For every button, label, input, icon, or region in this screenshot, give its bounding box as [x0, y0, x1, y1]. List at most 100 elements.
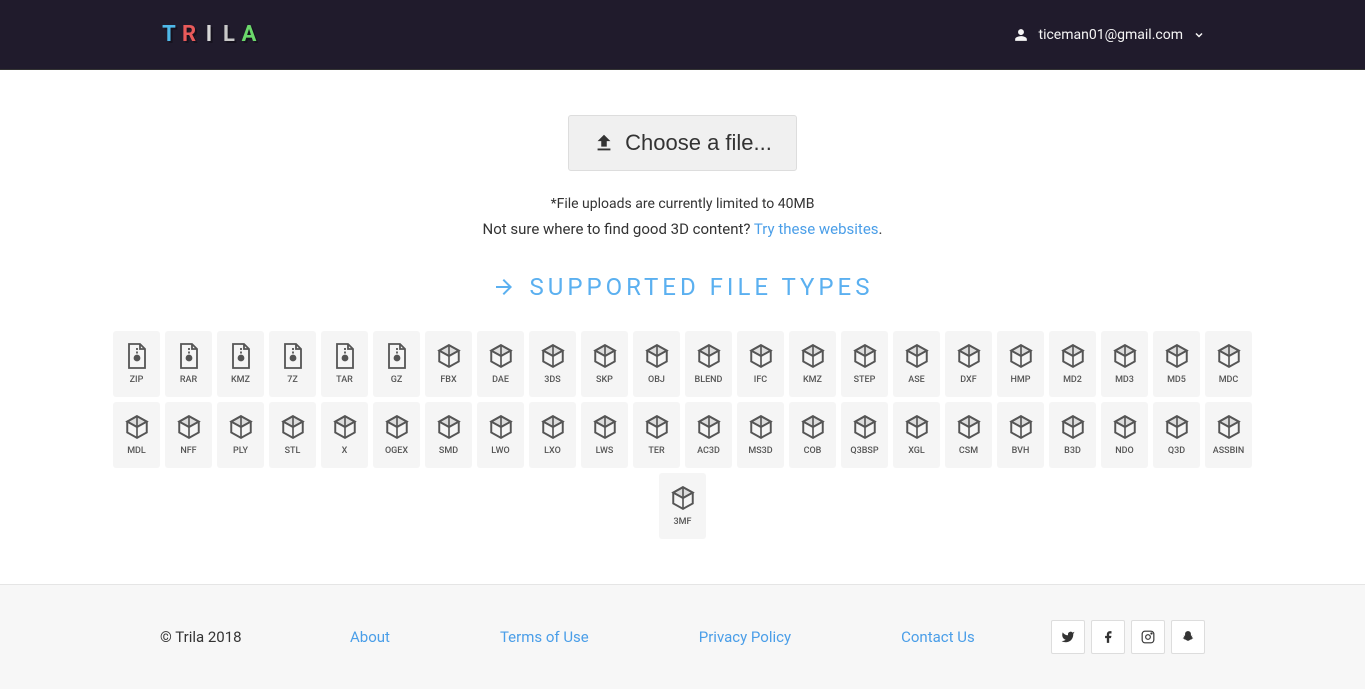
file-type-label: CSM: [959, 446, 978, 456]
file-type-item: Q3D: [1153, 402, 1200, 468]
file-type-label: B3D: [1064, 446, 1081, 456]
logo[interactable]: TRILA: [160, 23, 258, 47]
cube-icon: [1164, 343, 1190, 369]
file-type-item: LWS: [581, 402, 628, 468]
cube-icon: [956, 414, 982, 440]
archive-icon: [228, 343, 254, 369]
file-type-label: BVH: [1012, 446, 1030, 456]
file-type-label: ASE: [908, 375, 925, 385]
archive-icon: [280, 343, 306, 369]
file-type-label: HMP: [1011, 375, 1031, 385]
file-type-label: 7Z: [287, 375, 298, 385]
file-type-label: GZ: [391, 375, 403, 385]
file-type-item: ASE: [893, 331, 940, 397]
file-type-item: 3MF: [659, 473, 706, 539]
footer-link-privacy-policy[interactable]: Privacy Policy: [699, 628, 791, 646]
find-note-pre: Not sure where to find good 3D content?: [483, 220, 754, 238]
file-type-item: STEP: [841, 331, 888, 397]
file-type-item: TER: [633, 402, 680, 468]
file-type-label: MD2: [1063, 375, 1082, 385]
file-type-label: DXF: [960, 375, 976, 385]
cube-icon: [540, 414, 566, 440]
file-type-label: MD5: [1167, 375, 1186, 385]
cube-icon: [852, 414, 878, 440]
file-type-label: OBJ: [648, 375, 665, 385]
file-type-label: STEP: [854, 375, 876, 385]
choose-file-button[interactable]: Choose a file...: [568, 115, 797, 171]
snapchat-button[interactable]: [1171, 620, 1205, 654]
file-type-label: MS3D: [748, 446, 772, 456]
file-type-item: KMZ: [217, 331, 264, 397]
file-type-label: FBX: [440, 375, 456, 385]
arrow-right-icon: [492, 275, 516, 299]
file-type-item: OGEX: [373, 402, 420, 468]
footer-link-terms-of-use[interactable]: Terms of Use: [500, 628, 589, 646]
file-type-label: COB: [804, 446, 822, 456]
file-type-item: STL: [269, 402, 316, 468]
footer-link-contact-us[interactable]: Contact Us: [901, 628, 975, 646]
file-type-item: AC3D: [685, 402, 732, 468]
main-content: Choose a file... *File uploads are curre…: [0, 70, 1365, 569]
file-type-item: NFF: [165, 402, 212, 468]
cube-icon: [332, 414, 358, 440]
file-type-item: IFC: [737, 331, 784, 397]
file-type-item: MDC: [1205, 331, 1252, 397]
file-type-label: MDL: [127, 446, 146, 456]
supported-types-heading: SUPPORTED FILE TYPES: [0, 273, 1365, 301]
footer-link-about[interactable]: About: [350, 628, 390, 646]
cube-icon: [852, 343, 878, 369]
file-type-label: BLEND: [695, 375, 723, 385]
try-websites-link[interactable]: Try these websites: [754, 220, 879, 238]
file-type-label: MDC: [1219, 375, 1239, 385]
file-type-item: MD3: [1101, 331, 1148, 397]
cube-icon: [904, 343, 930, 369]
twitter-button[interactable]: [1051, 620, 1085, 654]
cube-icon: [956, 343, 982, 369]
footer-links: About Terms of Use Privacy Policy Contact U…: [340, 628, 1051, 646]
file-type-label: STL: [285, 446, 301, 456]
cube-icon: [644, 343, 670, 369]
file-type-item: KMZ: [789, 331, 836, 397]
cube-icon: [228, 414, 254, 440]
cube-icon: [540, 343, 566, 369]
file-type-label: KMZ: [231, 375, 250, 385]
cube-icon: [1008, 343, 1034, 369]
file-type-item: LWO: [477, 402, 524, 468]
file-type-label: LWO: [491, 446, 509, 456]
file-type-label: KMZ: [803, 375, 822, 385]
file-type-item: SKP: [581, 331, 628, 397]
logo-letter: T: [160, 23, 178, 47]
file-type-item: TAR: [321, 331, 368, 397]
copyright: © Trila 2018: [160, 628, 340, 646]
cube-icon: [748, 414, 774, 440]
user-icon: [1014, 28, 1028, 42]
cube-icon: [748, 343, 774, 369]
cube-icon: [1164, 414, 1190, 440]
facebook-button[interactable]: [1091, 620, 1125, 654]
supported-title-text: SUPPORTED FILE TYPES: [530, 273, 874, 301]
file-type-item: SMD: [425, 402, 472, 468]
file-type-label: 3MF: [674, 517, 692, 527]
cube-icon: [1060, 343, 1086, 369]
logo-letter: A: [240, 23, 258, 47]
file-type-label: LWS: [596, 446, 614, 456]
file-type-item: FBX: [425, 331, 472, 397]
file-type-label: IFC: [754, 375, 767, 385]
file-type-label: XGL: [908, 446, 925, 456]
file-type-item: Q3BSP: [841, 402, 888, 468]
user-menu[interactable]: ticeman01@gmail.com: [1014, 27, 1205, 43]
file-type-item: XGL: [893, 402, 940, 468]
user-email: ticeman01@gmail.com: [1038, 27, 1183, 43]
file-type-item: CSM: [945, 402, 992, 468]
instagram-icon: [1141, 630, 1155, 644]
file-type-label: TAR: [336, 375, 353, 385]
cube-icon: [1060, 414, 1086, 440]
archive-icon: [384, 343, 410, 369]
file-type-label: NFF: [180, 446, 196, 456]
file-type-label: Q3BSP: [850, 446, 878, 456]
instagram-button[interactable]: [1131, 620, 1165, 654]
cube-icon: [1216, 343, 1242, 369]
file-type-item: ZIP: [113, 331, 160, 397]
file-type-item: OBJ: [633, 331, 680, 397]
file-type-item: MD5: [1153, 331, 1200, 397]
